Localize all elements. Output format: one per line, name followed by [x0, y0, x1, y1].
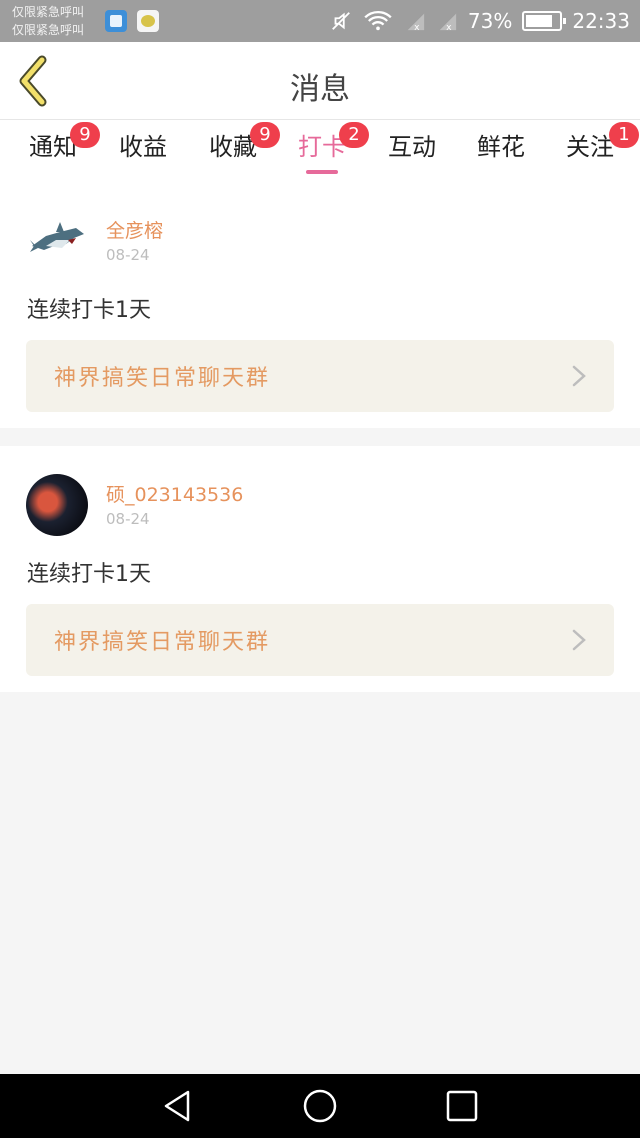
group-link[interactable]: 神界搞笑日常聊天群	[26, 604, 614, 676]
gallery-notification-icon	[105, 10, 127, 32]
chevron-right-icon	[572, 365, 586, 387]
message-text: 连续打卡1天	[27, 298, 151, 323]
chat-notification-icon	[137, 10, 159, 32]
battery-percent: 73%	[467, 9, 513, 33]
wifi-icon	[364, 10, 392, 31]
tab-checkin[interactable]: 打卡 2	[295, 122, 369, 180]
tab-label: 关注	[566, 133, 614, 161]
username[interactable]: 硕_023143536	[106, 480, 243, 507]
message-card: 硕_023143536 08-24 连续打卡1天 神界搞笑日常聊天群	[0, 446, 640, 692]
tab-label: 收益	[119, 133, 167, 161]
badge-count: 1	[609, 122, 639, 148]
message-card: 全彦榕 08-24 连续打卡1天 神界搞笑日常聊天群	[0, 182, 640, 428]
recents-square-icon[interactable]	[444, 1088, 480, 1124]
tab-earnings[interactable]: 收益	[116, 130, 170, 180]
message-date: 08-24	[106, 246, 150, 264]
message-text: 连续打卡1天	[27, 562, 151, 587]
chevron-right-icon	[572, 629, 586, 651]
tab-label: 互动	[388, 133, 436, 161]
system-nav-bar	[0, 1074, 640, 1138]
page-title: 消息	[290, 72, 350, 107]
tab-label: 鲜花	[477, 133, 525, 161]
mute-icon	[332, 12, 350, 30]
header-bar: 消息	[0, 42, 640, 120]
tab-notify[interactable]: 通知 9	[26, 122, 100, 180]
group-name: 神界搞笑日常聊天群	[54, 630, 271, 655]
group-link[interactable]: 神界搞笑日常聊天群	[26, 340, 614, 412]
carrier-line-2: 仅限紧急呼叫	[12, 23, 85, 37]
signal-1-icon: x	[407, 13, 425, 32]
battery-icon	[522, 11, 567, 31]
tab-bar: 通知 9 收益 收藏 9 打卡 2 互动 鲜花 关注 1	[0, 120, 640, 182]
tab-interaction[interactable]: 互动	[385, 130, 439, 180]
clock: 22:33	[572, 9, 630, 33]
avatar[interactable]	[26, 474, 88, 536]
home-circle-icon[interactable]	[302, 1088, 338, 1124]
username[interactable]: 全彦榕	[106, 216, 163, 243]
tab-follow[interactable]: 关注 1	[563, 122, 639, 180]
message-date: 08-24	[106, 510, 150, 528]
badge-count: 2	[339, 122, 369, 148]
carrier-line-1: 仅限紧急呼叫	[12, 5, 85, 19]
avatar[interactable]	[26, 210, 88, 272]
svg-text:x: x	[446, 22, 452, 32]
carrier-text: 仅限紧急呼叫 仅限紧急呼叫	[12, 3, 84, 39]
badge-count: 9	[250, 122, 280, 148]
status-bar: 仅限紧急呼叫 仅限紧急呼叫 x x 73% 22:33	[0, 0, 640, 42]
back-triangle-icon[interactable]	[160, 1088, 196, 1124]
svg-text:x: x	[414, 22, 420, 32]
tab-flowers[interactable]: 鲜花	[474, 130, 528, 180]
signal-2-icon: x	[439, 13, 457, 32]
group-name: 神界搞笑日常聊天群	[54, 366, 271, 391]
active-tab-indicator	[306, 170, 338, 174]
tab-favorites[interactable]: 收藏 9	[206, 122, 280, 180]
badge-count: 9	[70, 122, 100, 148]
